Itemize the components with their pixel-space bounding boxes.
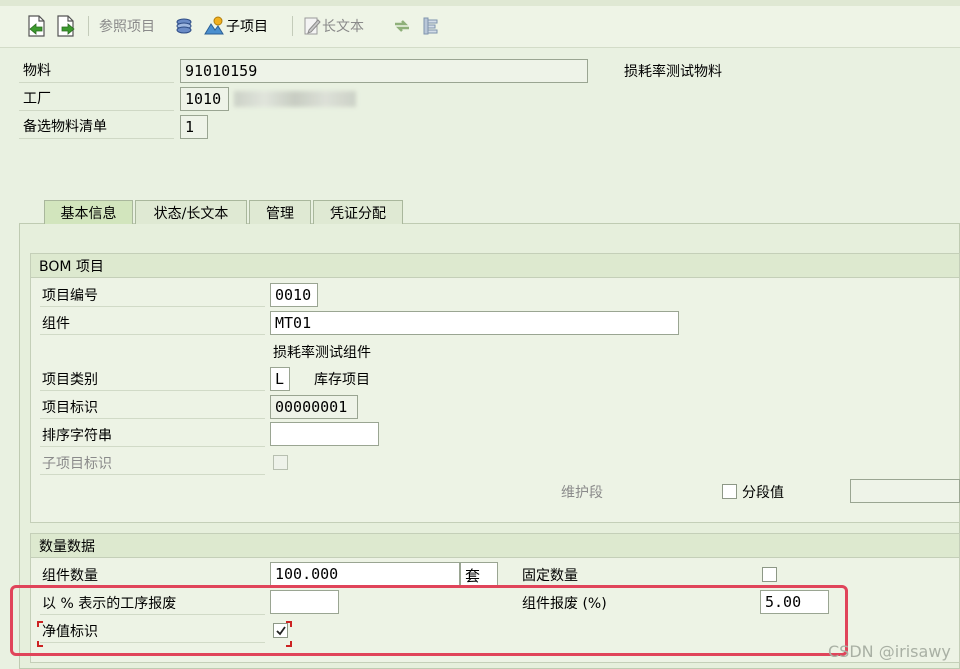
material-label: 物料	[19, 58, 174, 83]
component-field[interactable]: MT01	[270, 311, 679, 335]
next-page-icon	[57, 15, 75, 37]
sub-item-label: 子项目	[226, 19, 268, 35]
long-text-button[interactable]: 长文本	[304, 14, 364, 38]
highlight-box	[10, 585, 848, 656]
item-category-field[interactable]: L	[270, 367, 290, 391]
component-label: 组件	[40, 311, 265, 335]
maintenance-section-label: 维护段	[561, 485, 603, 501]
alternative-bom-field[interactable]: 1	[180, 115, 208, 139]
application-toolbar: 参照项目 子项目 长文本	[0, 0, 960, 48]
plant-field[interactable]: 1010	[180, 87, 229, 111]
hierarchy-icon	[423, 17, 438, 35]
previous-item-button[interactable]	[26, 14, 46, 38]
segment-value-label: 分段值	[742, 485, 784, 501]
sub-item-id-checkbox[interactable]	[273, 455, 288, 470]
item-number-label: 项目编号	[40, 283, 265, 307]
item-number-field[interactable]: 0010	[270, 283, 318, 307]
sub-item-id-label: 子项目标识	[40, 451, 265, 475]
watermark: CSDN @irisawy	[828, 641, 951, 661]
blurred-plant-name	[234, 91, 356, 107]
item-id-label: 项目标识	[40, 395, 265, 419]
tab-document-assignment[interactable]: 凭证分配	[313, 200, 403, 224]
sort-string-field[interactable]	[270, 422, 379, 446]
next-item-button[interactable]	[56, 14, 76, 38]
bom-item-group-title: BOM 项目	[31, 254, 959, 278]
segment-value-field[interactable]	[850, 479, 960, 503]
segment-value-checkbox[interactable]	[722, 484, 737, 499]
reference-item-label: 参照项目	[99, 19, 155, 35]
sub-item-icon	[204, 16, 224, 35]
previous-page-icon	[28, 15, 45, 37]
fixed-quantity-label: 固定数量	[522, 568, 578, 584]
stack-button[interactable]	[174, 14, 194, 38]
item-id-field[interactable]: 00000001	[270, 395, 358, 419]
structure-button[interactable]	[422, 14, 440, 38]
tab-basic-info[interactable]: 基本信息	[44, 200, 133, 224]
component-description: 损耗率测试组件	[273, 345, 371, 361]
component-quantity-label: 组件数量	[40, 563, 265, 587]
component-quantity-field[interactable]: 100.000	[270, 562, 460, 586]
switch-button[interactable]	[392, 14, 412, 38]
alternative-bom-label: 备选物料清单	[19, 114, 174, 139]
long-text-label: 长文本	[322, 19, 364, 35]
fixed-quantity-checkbox[interactable]	[762, 567, 777, 582]
item-category-description: 库存项目	[314, 372, 370, 388]
material-field[interactable]: 91010159	[180, 59, 588, 83]
refresh-arrows-icon	[395, 20, 409, 32]
edit-text-icon	[304, 17, 321, 35]
reference-item-button[interactable]: 参照项目	[99, 14, 155, 38]
material-description: 损耗率测试物料	[624, 64, 722, 80]
tab-status-longtext[interactable]: 状态/长文本	[135, 200, 247, 224]
sub-item-button[interactable]: 子项目	[203, 14, 268, 38]
plant-label: 工厂	[19, 86, 174, 111]
stack-icon	[176, 18, 192, 34]
quantity-data-group-title: 数量数据	[31, 534, 959, 558]
sort-string-label: 排序字符串	[40, 423, 265, 447]
unit-of-measure-field[interactable]: 套	[460, 562, 498, 586]
tab-management[interactable]: 管理	[249, 200, 311, 224]
item-category-label: 项目类别	[40, 367, 265, 391]
